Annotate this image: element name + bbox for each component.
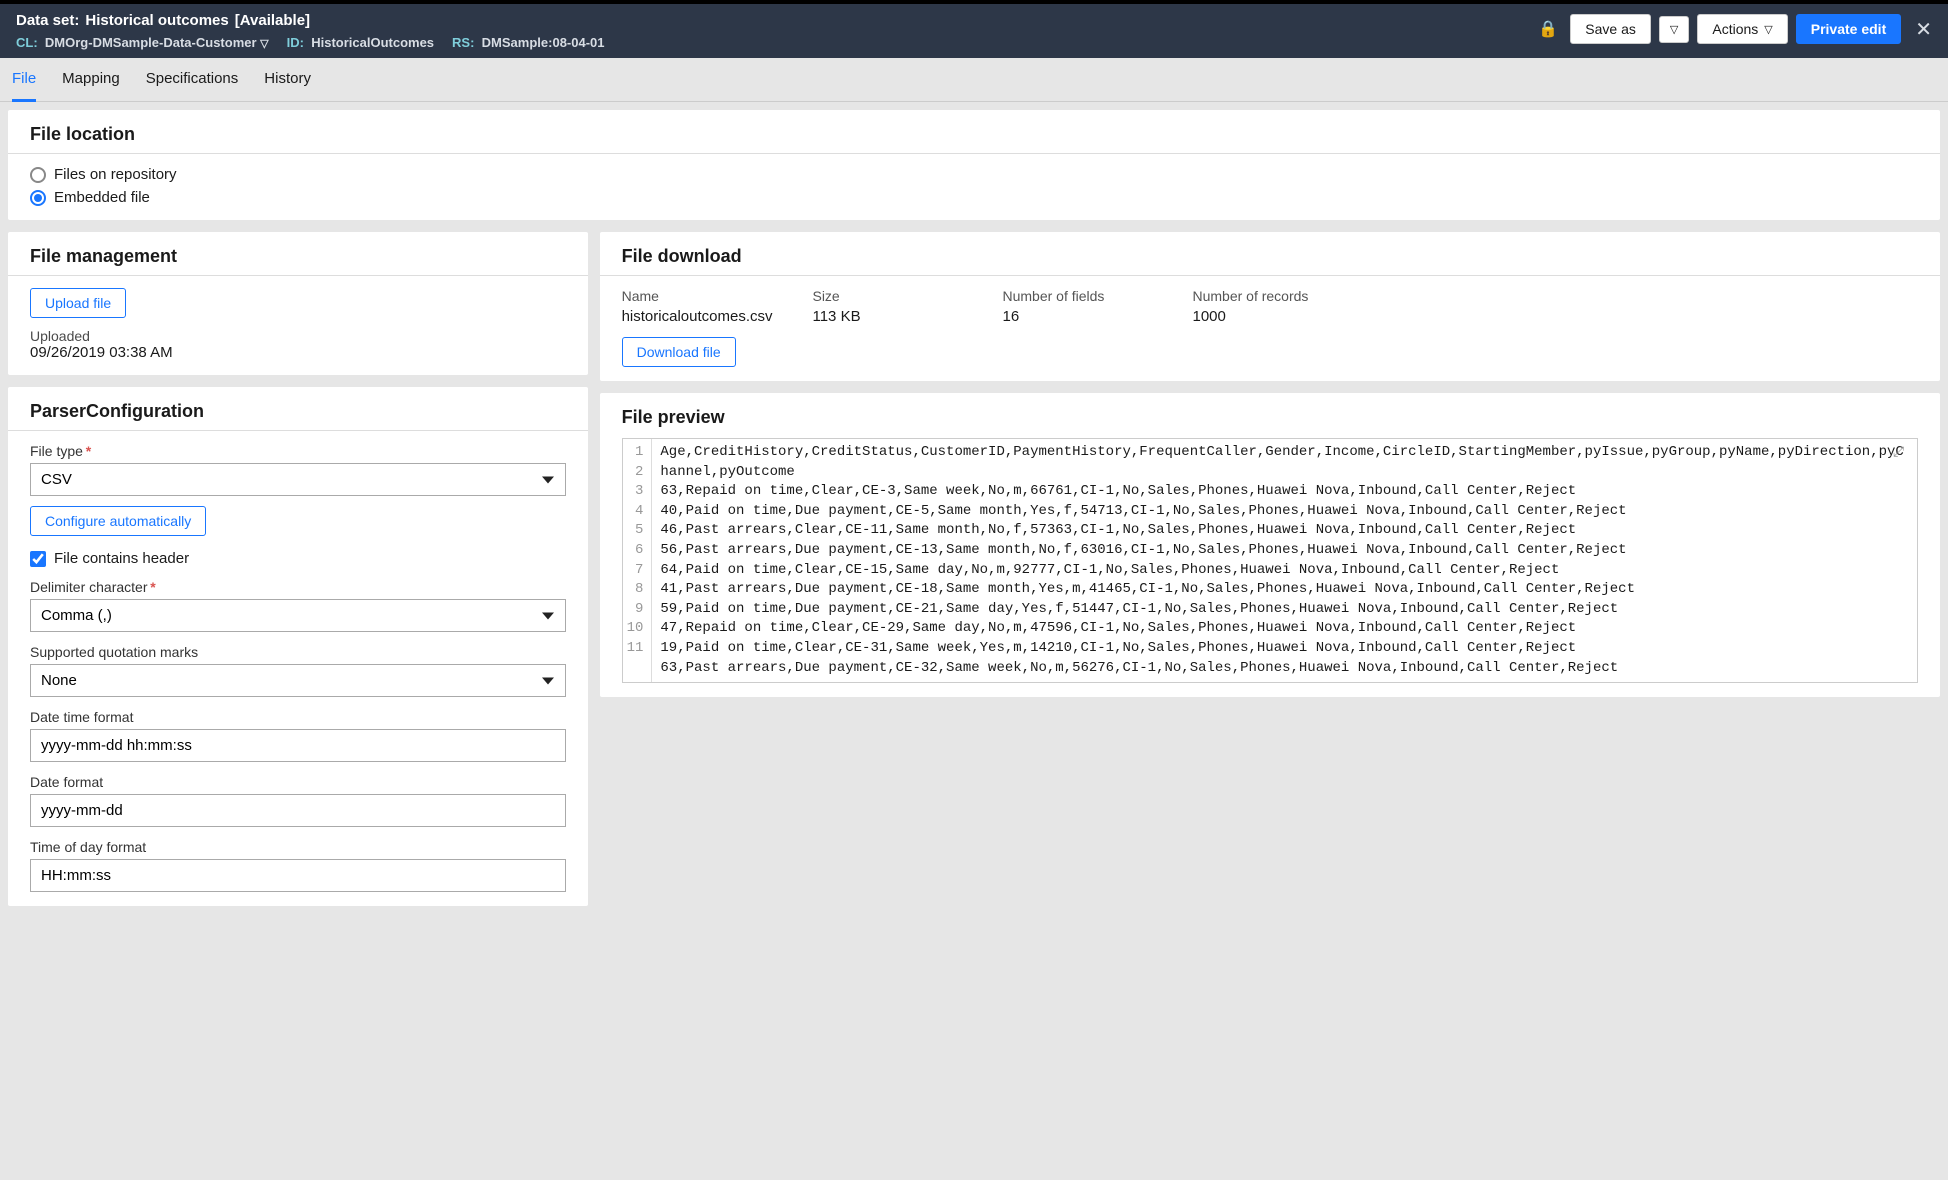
tab-row: File Mapping Specifications History (0, 58, 1948, 102)
file-contains-header-checkbox[interactable]: File contains header (30, 550, 566, 567)
tab-mapping[interactable]: Mapping (62, 58, 120, 101)
save-as-menu-button[interactable]: ▽ (1659, 16, 1689, 43)
datetime-format-input[interactable] (30, 729, 566, 762)
actions-button[interactable]: Actions ▽ (1697, 14, 1787, 44)
lock-icon: 🔒 (1538, 19, 1558, 39)
tab-history[interactable]: History (264, 58, 311, 101)
download-file-button[interactable]: Download file (622, 337, 736, 367)
parser-config-title: ParserConfiguration (30, 401, 566, 422)
file-management-panel: File management Upload file Uploaded 09/… (8, 232, 588, 375)
private-edit-button[interactable]: Private edit (1796, 14, 1901, 44)
file-location-panel: File location Files on repository Embedd… (8, 110, 1940, 220)
time-format-input[interactable] (30, 859, 566, 892)
scroll-icon: ⤢ (1893, 445, 1911, 463)
download-size-label: Size (812, 288, 962, 304)
datetime-format-label: Date time format (30, 709, 566, 725)
file-preview-panel: File preview 1 2 3 4 5 6 7 8 9 10 11 Age… (600, 393, 1940, 697)
uploaded-timestamp: 09/26/2019 03:38 AM (30, 344, 566, 361)
download-name-label: Name (622, 288, 773, 304)
breadcrumb: CL: DMOrg-DMSample-Data-Customer ▽ ID: H… (16, 35, 605, 50)
date-format-input[interactable] (30, 794, 566, 827)
download-fields-value: 16 (1002, 308, 1152, 325)
upload-file-button[interactable]: Upload file (30, 288, 126, 318)
file-preview-code: 1 2 3 4 5 6 7 8 9 10 11 Age,CreditHistor… (622, 438, 1918, 683)
radio-files-on-repository[interactable]: Files on repository (30, 166, 1918, 183)
delimiter-label: Delimiter character (30, 579, 566, 595)
date-format-label: Date format (30, 774, 566, 790)
time-format-label: Time of day format (30, 839, 566, 855)
download-fields-label: Number of fields (1002, 288, 1152, 304)
quotation-label: Supported quotation marks (30, 644, 566, 660)
header-bar: Data set: Historical outcomes [Available… (0, 4, 1948, 58)
chevron-down-icon: ▽ (1764, 23, 1772, 36)
file-type-select[interactable]: CSV (30, 463, 566, 496)
configure-automatically-button[interactable]: Configure automatically (30, 506, 206, 536)
download-name-value: historicaloutcomes.csv (622, 308, 773, 325)
file-location-title: File location (30, 124, 1918, 145)
chevron-down-icon: ▽ (1670, 23, 1678, 36)
delimiter-select[interactable]: Comma (,) (30, 599, 566, 632)
file-download-title: File download (622, 246, 1918, 267)
file-download-panel: File download Name historicaloutcomes.cs… (600, 232, 1940, 381)
radio-embedded-file[interactable]: Embedded file (30, 189, 1918, 206)
download-records-label: Number of records (1192, 288, 1342, 304)
file-management-title: File management (30, 246, 566, 267)
file-preview-title: File preview (622, 407, 1918, 428)
tab-file[interactable]: File (12, 58, 36, 102)
quotation-select[interactable]: None (30, 664, 566, 697)
file-type-label: File type (30, 443, 566, 459)
tab-specifications[interactable]: Specifications (146, 58, 239, 101)
download-records-value: 1000 (1192, 308, 1342, 325)
save-as-button[interactable]: Save as (1570, 14, 1651, 44)
page-title: Data set: Historical outcomes [Available… (16, 12, 605, 29)
download-size-value: 113 KB (812, 308, 962, 325)
uploaded-label: Uploaded (30, 328, 566, 344)
parser-config-panel: ParserConfiguration File type CSV Config… (8, 387, 588, 906)
close-icon[interactable]: ✕ (1915, 17, 1932, 42)
chevron-down-icon[interactable]: ▽ (260, 38, 268, 50)
